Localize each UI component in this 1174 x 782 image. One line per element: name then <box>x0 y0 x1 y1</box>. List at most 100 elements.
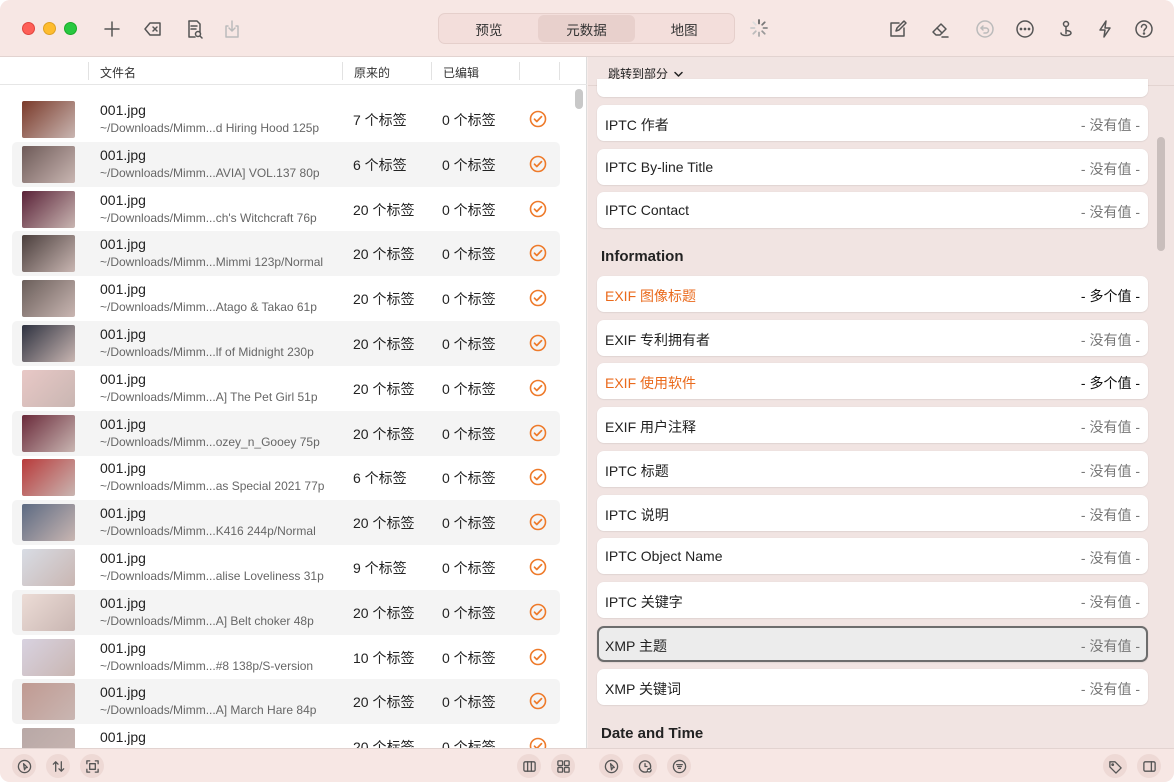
file-row[interactable]: 001.jpg ~/Downloads/Mimm...d Hiring Hood … <box>12 97 560 142</box>
edited-tag-count: 0 个标签 <box>442 470 496 487</box>
file-path: ~/Downloads/Mimm...K416 244p/Normal <box>100 524 316 539</box>
metadata-field[interactable]: IPTC Object Name - 没有值 - <box>597 538 1148 575</box>
file-row[interactable]: 001.jpg ~/Downloads/Mimm...A] March Hare … <box>12 679 560 725</box>
metadata-field[interactable]: IPTC By-line Title - 没有值 - <box>597 148 1148 185</box>
file-list-scrollbar[interactable] <box>575 89 583 109</box>
file-path: ~/Downloads/Mimm...#8 138p/S-version <box>100 658 314 673</box>
file-path: ~/Downloads/Mimm...A] March Hare 84p <box>100 703 317 718</box>
delete-backspace-icon[interactable] <box>140 16 166 42</box>
more-options-icon[interactable] <box>1012 16 1038 42</box>
scan-icon[interactable] <box>80 754 104 778</box>
metadata-field[interactable]: IPTC 说明 - 没有值 - <box>597 494 1148 531</box>
file-row[interactable]: 001.jpg ~/Downloads/Mimm...alise Loveline… <box>12 545 560 590</box>
edited-tag-count: 0 个标签 <box>442 380 496 397</box>
column-original[interactable]: 原来的 <box>354 64 390 81</box>
metadata-field[interactable]: IPTC 作者 - 没有值 - <box>597 105 1148 141</box>
revert-icon[interactable] <box>972 16 998 42</box>
file-row[interactable]: 001.jpg ~/Downloads/Mimm...ch's Witchcraf… <box>12 187 560 232</box>
sidebar-toggle-icon[interactable] <box>1137 754 1161 778</box>
file-thumbnail <box>22 593 75 631</box>
zoom-window-button[interactable] <box>64 22 77 35</box>
file-thumbnail <box>22 145 75 183</box>
metadata-field-value: - 多个值 - <box>1080 288 1140 304</box>
sort-icon[interactable] <box>46 754 70 778</box>
file-path: ~/Downloads/Mimm...Atago & Takao 61p <box>100 300 317 315</box>
metadata-field[interactable]: EXIF 专利拥有者 - 没有值 - <box>597 319 1148 356</box>
section-information: Information <box>601 248 684 265</box>
grid-view-icon[interactable] <box>551 754 575 778</box>
metadata-field-label: IPTC 说明 <box>605 506 669 523</box>
checkmark-circle-icon <box>529 648 547 665</box>
file-thumbnail <box>22 369 75 407</box>
filter-icon[interactable] <box>667 754 691 778</box>
tab-metadata[interactable]: 元数据 <box>537 15 636 42</box>
metadata-bottom-bar <box>587 748 1174 782</box>
metadata-field[interactable]: IPTC 标题 - 没有值 - <box>597 450 1148 487</box>
original-tag-count: 20 个标签 <box>353 336 415 352</box>
file-row[interactable]: 001.jpg ~/Downloads/Mimm...AVIA] VOL.137 … <box>12 141 560 187</box>
location-pin-icon[interactable] <box>1053 16 1079 42</box>
metadata-field[interactable]: EXIF 图像标题 - 多个值 - <box>597 276 1148 312</box>
lightning-icon[interactable] <box>1092 16 1118 42</box>
file-path: ~/Downloads/Mimm...A] The Pet Girl 51p <box>100 389 318 404</box>
edited-tag-count: 0 个标签 <box>442 156 496 173</box>
select-cursor-icon[interactable] <box>599 754 623 778</box>
close-window-button[interactable] <box>22 22 35 35</box>
file-row[interactable]: 001.jpg ~/Downloads/Mimm...#8 138p/S-vers… <box>12 635 560 680</box>
metadata-field[interactable]: XMP 主题 - 没有值 - <box>597 625 1148 662</box>
file-row[interactable]: 001.jpg ~/Downloads/Mimm...as Special 202… <box>12 455 560 500</box>
file-row[interactable]: 001.jpg ~/Downloads/Mimm...Mimmi 123p/Nor… <box>12 231 560 277</box>
help-icon[interactable] <box>1131 16 1157 42</box>
metadata-field-label: IPTC By-line Title <box>605 158 714 175</box>
original-tag-count: 20 个标签 <box>353 515 415 532</box>
metadata-field[interactable]: XMP 关键词 - 没有值 - <box>597 669 1148 706</box>
edit-icon[interactable] <box>885 16 911 42</box>
checkmark-circle-icon <box>529 513 547 531</box>
edited-tag-count: 0 个标签 <box>442 560 496 576</box>
file-row[interactable]: 001.jpg ~/Downloads/Mimm...ozey_n_Gooey 7… <box>12 410 560 456</box>
metadata-scrollbar[interactable] <box>1157 137 1165 251</box>
file-row[interactable]: 001.jpg ~/Downloads/Mimm...A] Belt choker… <box>12 589 560 635</box>
metadata-field-partial <box>597 79 1148 97</box>
select-cursor-icon[interactable] <box>12 754 36 778</box>
column-view-icon[interactable] <box>517 754 541 778</box>
timer-check-icon[interactable] <box>633 754 657 778</box>
file-thumbnail <box>22 190 75 228</box>
tab-map[interactable]: 地图 <box>635 15 733 42</box>
checkmark-circle-icon <box>529 379 547 397</box>
eraser-icon[interactable] <box>927 16 953 42</box>
metadata-field[interactable]: IPTC 关键字 - 没有值 - <box>597 581 1148 618</box>
checkmark-circle-icon <box>529 603 547 621</box>
column-filename[interactable]: 文件名 <box>100 64 136 81</box>
edited-tag-count: 0 个标签 <box>442 649 496 666</box>
metadata-field[interactable]: EXIF 用户注释 - 没有值 - <box>597 407 1148 444</box>
file-row[interactable]: 001.jpg ~/Downloads/Mimm...Atago & Takao … <box>12 276 560 321</box>
file-row[interactable]: 001.jpg ~/Downloads/Mimm...K416 244p/Norm… <box>12 500 560 546</box>
metadata-field-label: EXIF 用户注释 <box>605 419 697 436</box>
file-thumbnail <box>22 280 75 318</box>
document-search-icon[interactable] <box>181 16 207 42</box>
original-tag-count: 20 个标签 <box>353 201 415 218</box>
metadata-field-value: - 没有值 - <box>1080 593 1140 610</box>
add-icon[interactable] <box>99 16 125 42</box>
file-list-pane: 文件名 原来的 已编辑 001.jpg ~/Downloads/Mimm...d … <box>0 57 587 766</box>
checkmark-circle-icon <box>529 110 547 128</box>
minimize-window-button[interactable] <box>43 22 56 35</box>
loading-spinner-icon <box>750 19 768 37</box>
save-download-icon[interactable] <box>219 16 245 42</box>
tab-preview[interactable]: 预览 <box>440 15 538 42</box>
file-row[interactable]: 001.jpg ~/Downloads/Mimm...lf of Midnight… <box>12 321 560 366</box>
edited-tag-count: 0 个标签 <box>442 201 496 218</box>
file-thumbnail <box>22 683 75 721</box>
column-edited[interactable]: 已编辑 <box>443 64 479 81</box>
file-name: 001.jpg <box>100 594 146 611</box>
tag-icon[interactable] <box>1103 754 1127 778</box>
metadata-field[interactable]: IPTC Contact - 没有值 - <box>597 192 1148 229</box>
checkmark-circle-icon <box>529 469 547 486</box>
file-row[interactable]: 001.jpg ~/Downloads/Mimm...A] The Pet Gir… <box>12 366 560 411</box>
file-path: ~/Downloads/Mimm...Mimmi 123p/Normal <box>100 255 324 270</box>
metadata-field[interactable]: EXIF 使用软件 - 多个值 - <box>597 363 1148 400</box>
edited-tag-count: 0 个标签 <box>442 291 496 308</box>
file-name: 001.jpg <box>100 191 146 208</box>
checkmark-circle-icon <box>529 289 547 307</box>
